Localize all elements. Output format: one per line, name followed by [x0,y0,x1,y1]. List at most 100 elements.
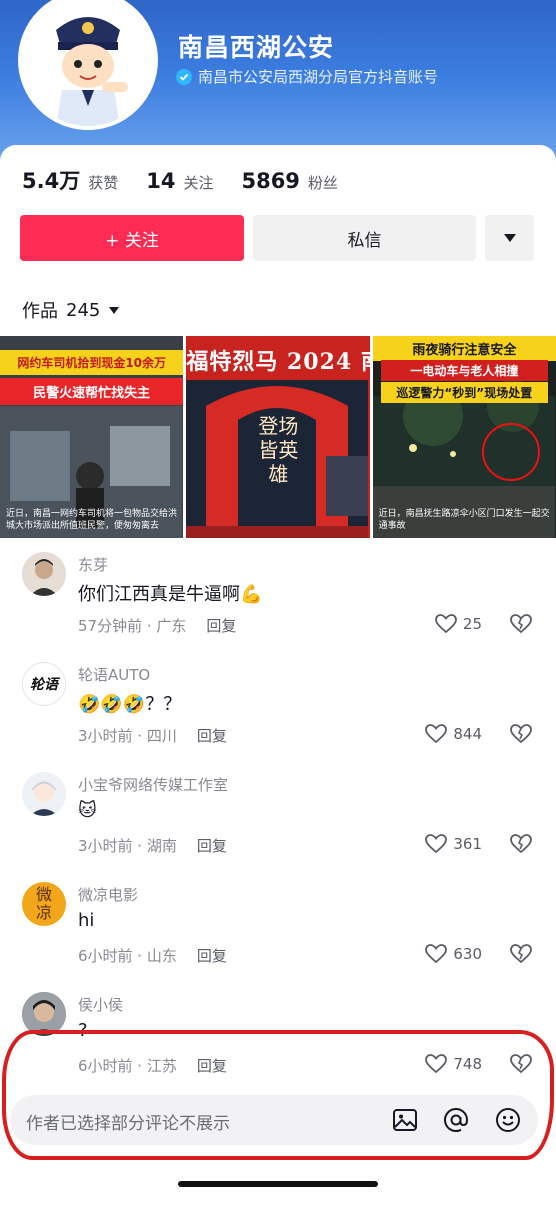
thumb-banner: 福特烈马 2024 南昌 [186,349,369,375]
comment-text: hi [78,910,95,931]
likes-label: 获赞 [88,174,119,192]
like-button[interactable]: 844 [425,724,482,744]
comment-time: 57分钟前 · 广东 [78,617,187,635]
avatar[interactable]: 轮语 [22,662,66,706]
heart-icon [425,724,448,744]
comment-input-placeholder: 作者已选择部分评论不展示 [26,1114,230,1134]
comment-username[interactable]: 侯小侯 [78,994,123,1015]
caret-down-icon [503,234,516,242]
reply-button[interactable]: 回复 [197,835,227,856]
heart-icon [435,614,457,634]
following-count[interactable]: 14 [146,169,175,193]
like-button[interactable]: 748 [425,1054,482,1074]
comment-item: 侯小侯 ? 6小时前 · 江苏 回复 748 [0,980,556,1090]
emoji-icon[interactable] [493,1105,523,1135]
works-count: 245 [66,299,101,321]
comment-text: 🤣🤣🤣？？ [78,694,182,715]
thumb-caption-bottom: 近日，南昌一网约车司机将一包物品交给洪城大市场派出所值班民警，便匆匆离去 [6,509,178,531]
comment-text: 你们江西真是牛逼啊💪 [78,584,263,605]
like-count: 25 [462,615,482,633]
avatar-text: 轮语 [30,677,58,693]
comment-time: 6小时前 · 江苏 [78,1057,177,1075]
comment-meta: 6小时前 · 山东 回复 [78,945,227,966]
like-count: 748 [453,1055,482,1073]
broken-heart-icon [510,944,532,964]
works-grid: 网约车司机拾到现金10余万 民警火速帮忙找失主 近日，南昌一网约车司机将一包物品… [0,336,556,538]
comment-time: 6小时前 · 山东 [78,947,177,965]
comment-item: 轮语 轮语AUTO 🤣🤣🤣？？ 3小时前 · 四川 回复 844 [0,650,556,760]
heart-icon [425,944,448,964]
broken-heart-icon [510,724,532,744]
verified-text: 南昌市公安局西湖分局官方抖音账号 [198,68,439,86]
thumb-caption-bottom: 近日，南昌抚生路凉伞小区门口发生一起交通事故 [378,509,550,531]
comment-text: ? [78,1020,88,1041]
comment-username[interactable]: 轮语AUTO [78,664,150,685]
comment-item: 小宝爷网络传媒工作室 🐱 3小时前 · 湖南 回复 361 [0,760,556,870]
video-thumbnail[interactable]: 雨夜骑行注意安全 一电动车与老人相撞 巡逻警力“秒到”现场处置 近日，南昌抚生路… [372,336,556,538]
more-options-button[interactable] [485,215,534,261]
dislike-button[interactable] [510,834,532,858]
comment-text: 🐱 [78,800,97,821]
like-button[interactable]: 361 [425,834,482,854]
like-count: 844 [453,725,482,743]
like-count: 361 [453,835,482,853]
comment-time: 3小时前 · 湖南 [78,837,177,855]
dislike-button[interactable] [510,944,532,968]
dislike-button[interactable] [510,1054,532,1078]
comment-time: 3小时前 · 四川 [78,727,177,745]
thumb-caption-top: 网约车司机拾到现金10余万 [0,350,184,375]
profile-name: 南昌西湖公安 [178,33,335,62]
heart-icon [425,834,448,854]
video-thumbnail[interactable]: 福特烈马 2024 南昌 登场皆英雄 [186,336,370,538]
avatar[interactable] [22,992,66,1036]
thumb-caption-sub: 巡逻警力“秒到”现场处置 [380,382,548,403]
reply-button[interactable]: 回复 [206,615,236,636]
broken-heart-icon [510,1054,532,1074]
broken-heart-icon [510,614,532,634]
dislike-button[interactable] [510,724,532,748]
like-count: 630 [453,945,482,963]
works-tab[interactable]: 作品 245 [22,297,120,323]
reply-button[interactable]: 回复 [197,725,227,746]
dislike-button[interactable] [510,614,532,638]
image-icon[interactable] [390,1105,420,1135]
thumb-caption-mid: 一电动车与老人相撞 [380,360,548,381]
comment-meta: 57分钟前 · 广东 回复 [78,615,236,636]
avatar-text: 微凉 [35,885,52,922]
comment-meta: 6小时前 · 江苏 回复 [78,1055,227,1076]
follow-button[interactable]: + 关注 [20,215,244,261]
verified-check-icon [176,68,192,85]
message-button[interactable]: 私信 [253,215,476,261]
comment-item: 微凉 微凉电影 hi 6小时前 · 山东 回复 630 [0,870,556,980]
likes-count: 5.4万 [22,169,81,193]
profile-stats: 5.4万 获赞 14 关注 5869 粉丝 [22,165,338,195]
avatar[interactable] [22,552,66,596]
thumb-caption-top: 雨夜骑行注意安全 [372,336,556,361]
heart-icon [425,1054,448,1074]
following-label[interactable]: 关注 [183,172,213,193]
broken-heart-icon [510,834,532,854]
home-indicator [178,1181,378,1187]
comment-meta: 3小时前 · 四川 回复 [78,725,227,746]
verified-badge: 南昌市公安局西湖分局官方抖音账号 [176,66,438,87]
comment-username[interactable]: 东芽 [78,554,108,575]
followers-label[interactable]: 粉丝 [308,172,338,193]
comment-meta: 3小时前 · 湖南 回复 [78,835,227,856]
comment-username[interactable]: 小宝爷网络传媒工作室 [78,774,228,795]
thumb-sign-text: 登场皆英雄 [258,414,299,486]
comment-item: 东芽 你们江西真是牛逼啊💪 57分钟前 · 广东 回复 25 [0,540,556,650]
reply-button[interactable]: 回复 [197,945,227,966]
avatar[interactable]: 微凉 [22,882,66,926]
comment-input-bar[interactable]: 作者已选择部分评论不展示 [10,1095,538,1145]
like-button[interactable]: 25 [435,614,482,634]
video-thumbnail[interactable]: 网约车司机拾到现金10余万 民警火速帮忙找失主 近日，南昌一网约车司机将一包物品… [0,336,184,538]
comment-username[interactable]: 微凉电影 [78,884,138,905]
avatar[interactable] [22,772,66,816]
thumb-caption-mid: 民警火速帮忙找失主 [0,378,184,405]
caret-down-icon [109,306,120,314]
reply-button[interactable]: 回复 [197,1055,227,1076]
works-label: 作品 [22,301,58,322]
at-mention-icon[interactable] [441,1105,471,1135]
followers-count[interactable]: 5869 [241,169,299,193]
like-button[interactable]: 630 [425,944,482,964]
